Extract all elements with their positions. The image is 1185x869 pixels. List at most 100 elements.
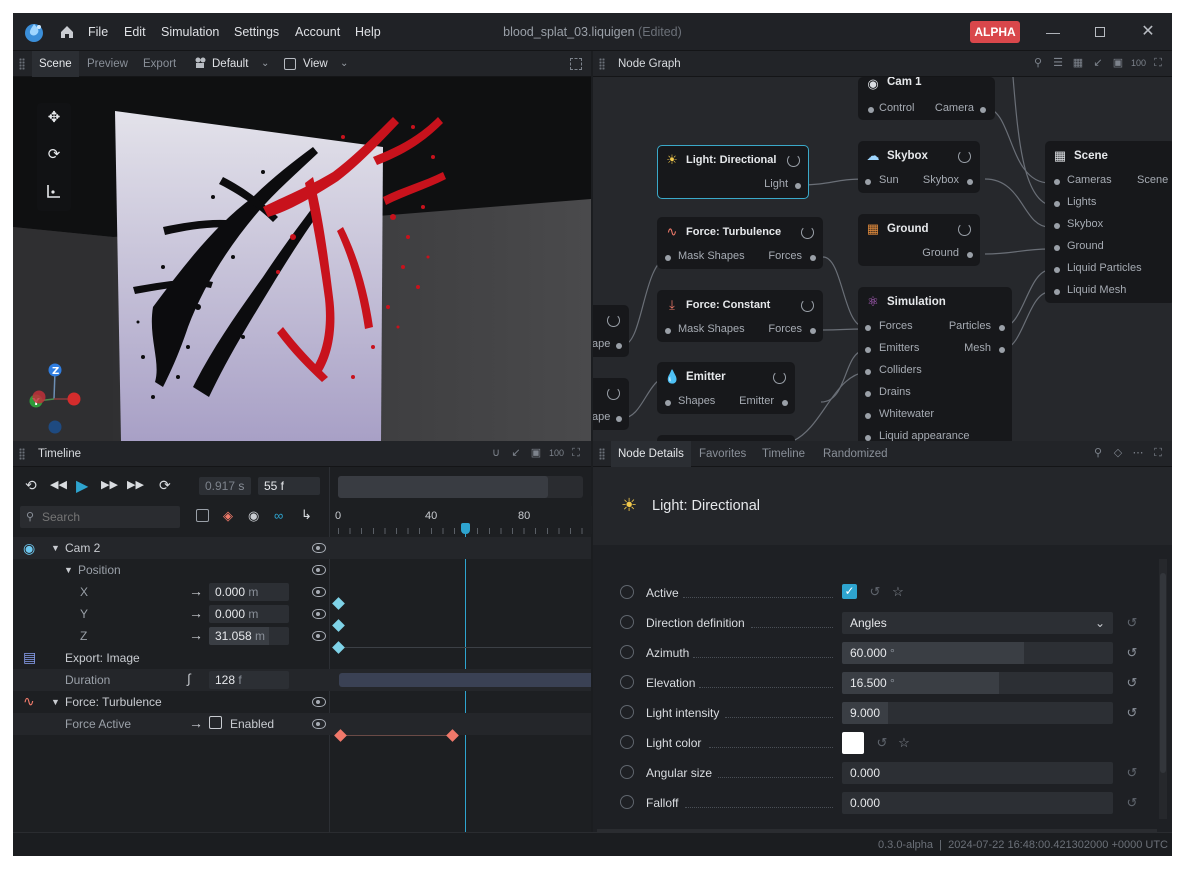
list-icon[interactable]: ☰	[1051, 56, 1065, 70]
scene-viewport[interactable]: ✥ ⟳ Z Y	[13, 77, 591, 441]
scrollbar-thumb[interactable]	[1160, 573, 1166, 773]
timeline-scrollbar[interactable]	[338, 476, 583, 498]
output-port[interactable]	[616, 343, 622, 349]
view-menu[interactable]: View	[303, 51, 328, 77]
curve-icon[interactable]	[196, 509, 209, 522]
reset-icon[interactable]: ↺	[868, 585, 882, 599]
reset-icon[interactable]: ↺	[1125, 766, 1139, 780]
input-port[interactable]	[1054, 289, 1060, 295]
reset-icon[interactable]: ↺	[1125, 706, 1139, 720]
axis-gizmo-icon[interactable]: Z Y	[25, 361, 85, 437]
visibility-eye-icon[interactable]	[312, 719, 326, 729]
collapse-icon[interactable]: ↙	[1091, 56, 1105, 70]
input-port[interactable]	[868, 107, 874, 113]
power-icon[interactable]	[607, 314, 620, 327]
favorite-toggle-icon[interactable]	[620, 795, 634, 809]
output-port[interactable]	[616, 416, 622, 422]
menu-file[interactable]: File	[88, 25, 108, 39]
reset-icon[interactable]: ⟲	[25, 477, 37, 494]
favorite-toggle-icon[interactable]	[620, 645, 634, 659]
favorite-toggle-icon[interactable]	[620, 735, 634, 749]
elevation-slider[interactable]: 16.500 °	[842, 672, 1113, 694]
visibility-eye-icon[interactable]	[312, 697, 326, 707]
input-port[interactable]	[865, 179, 871, 185]
input-port[interactable]	[865, 325, 871, 331]
menu-account[interactable]: Account	[295, 25, 340, 39]
track-position[interactable]: ▼ Position	[13, 559, 329, 581]
input-port[interactable]	[1054, 245, 1060, 251]
fullscreen-icon[interactable]: ⛶	[569, 446, 583, 460]
expand-arrow-icon[interactable]: ▼	[51, 543, 60, 553]
output-port[interactable]	[999, 325, 1005, 331]
node-force-turbulence[interactable]: ∿ Force: Turbulence Mask Shapes Forces	[657, 217, 823, 269]
output-port[interactable]	[999, 347, 1005, 353]
track-cam-2[interactable]: ◉ ▼ Cam 2	[13, 537, 329, 559]
search-box[interactable]: ⚲	[20, 506, 180, 528]
zoom-100-icon[interactable]: 100	[1131, 56, 1146, 70]
reset-icon[interactable]: ↺	[1125, 796, 1139, 810]
power-icon[interactable]	[958, 150, 971, 163]
reset-icon[interactable]: ↺	[1125, 676, 1139, 690]
reset-icon[interactable]: ↺	[875, 736, 889, 750]
frame-field[interactable]: 55 f	[258, 477, 320, 495]
chevron-down-icon[interactable]: ⌄	[261, 51, 269, 77]
vertical-scrollbar[interactable]	[1159, 559, 1167, 819]
play-icon[interactable]: ▶	[76, 476, 88, 496]
star-icon[interactable]: ☆	[897, 736, 911, 750]
active-checkbox[interactable]: ✓	[842, 584, 857, 599]
move-tool-icon[interactable]: ✥	[46, 110, 62, 126]
close-icon[interactable]: ✕	[1139, 23, 1157, 41]
keyframe-marker[interactable]	[332, 597, 345, 610]
output-port[interactable]	[810, 328, 816, 334]
loop-icon[interactable]: ⟳	[159, 477, 171, 494]
snap-icon[interactable]: ↳	[301, 507, 312, 523]
power-icon[interactable]	[607, 387, 620, 400]
color-swatch[interactable]	[842, 732, 864, 754]
angular-size-slider[interactable]: 0.000	[842, 762, 1113, 784]
node-ground[interactable]: ▦ Ground Ground	[858, 214, 980, 266]
visibility-eye-icon[interactable]	[312, 543, 326, 553]
node-skybox[interactable]: ☁ Skybox Sun Skybox	[858, 141, 980, 193]
collapse-icon[interactable]: ↙	[509, 446, 523, 460]
menu-edit[interactable]: Edit	[124, 25, 146, 39]
node-emitter[interactable]: 💧 Emitter Shapes Emitter	[657, 362, 795, 414]
magnet-icon[interactable]: ∪	[489, 446, 503, 460]
keyframe-marker[interactable]	[332, 619, 345, 632]
tab-favorites[interactable]: Favorites	[692, 441, 753, 467]
favorite-toggle-icon[interactable]	[620, 615, 634, 629]
expand-arrow-icon[interactable]: ▼	[64, 565, 73, 575]
power-icon[interactable]	[801, 299, 814, 312]
link-icon[interactable]: ∞	[274, 508, 283, 523]
step-back-icon[interactable]: ◀◀	[50, 478, 67, 491]
node-partial[interactable]: ape	[593, 305, 629, 357]
skip-end-icon[interactable]: ▶▶	[127, 478, 144, 491]
time-seconds-field[interactable]: 0.917 s	[199, 477, 251, 495]
tab-scene[interactable]: Scene	[32, 51, 79, 77]
force-active-checkbox[interactable]	[209, 716, 222, 729]
input-port[interactable]	[1054, 267, 1060, 273]
fullscreen-icon[interactable]	[570, 58, 582, 70]
node-graph-canvas[interactable]: ◉ Cam 1 Control Camera ☁ Skybox Sun Skyb…	[593, 77, 1172, 441]
output-port[interactable]	[810, 255, 816, 261]
tab-preview[interactable]: Preview	[80, 51, 135, 77]
visibility-eye-icon[interactable]	[312, 587, 326, 597]
track-force-active[interactable]: Force Active →	[13, 713, 329, 735]
scale-tool-icon[interactable]	[46, 183, 62, 199]
power-icon[interactable]	[958, 223, 971, 236]
node-scene[interactable]: ▦ Scene Cameras Scene Lights Skybox Grou…	[1045, 141, 1172, 303]
more-icon[interactable]: ⋯	[1131, 446, 1145, 460]
minimize-icon[interactable]: —	[1044, 23, 1062, 41]
output-port[interactable]	[980, 107, 986, 113]
duration-field[interactable]: 128 f	[209, 671, 289, 689]
camera-select[interactable]: Default	[212, 51, 248, 77]
visibility-eye-icon[interactable]	[312, 631, 326, 641]
node-force-constant[interactable]: ⤓ Force: Constant Mask Shapes Forces	[657, 290, 823, 342]
menu-help[interactable]: Help	[355, 25, 381, 39]
layout-icon[interactable]: ▦	[1071, 56, 1085, 70]
tab-timeline[interactable]: Timeline	[755, 441, 812, 467]
drag-handle-icon[interactable]	[599, 448, 605, 460]
keyframe-marker[interactable]	[332, 641, 345, 654]
node-simulation[interactable]: ⚛ Simulation Forces Particles Emitters M…	[858, 287, 1012, 441]
menu-settings[interactable]: Settings	[234, 25, 279, 39]
tab-node-details[interactable]: Node Details	[611, 441, 691, 467]
